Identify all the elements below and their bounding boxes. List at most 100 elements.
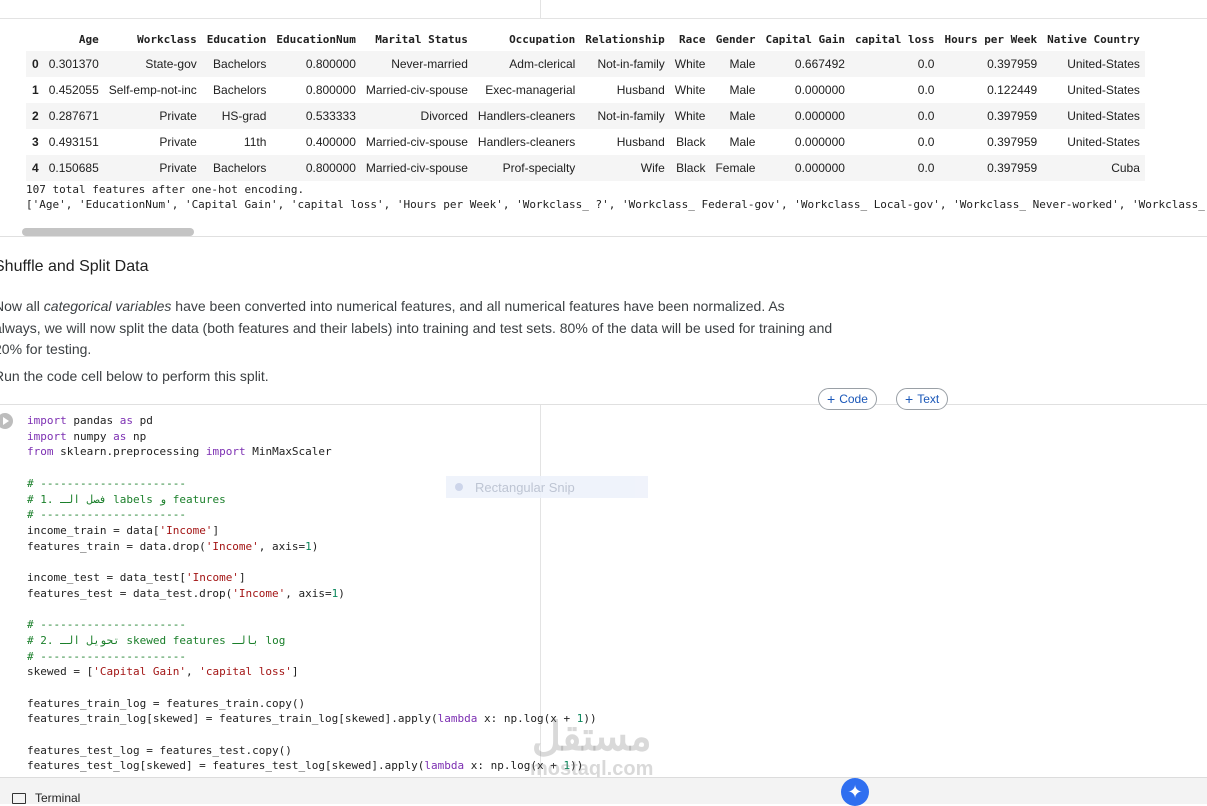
code-string: 'Income'	[205, 539, 259, 553]
column-header: Hours per Week	[944, 32, 1038, 46]
table-cell: Male	[729, 83, 756, 97]
table-cell: Female	[715, 161, 756, 175]
output-feature-list: ['Age', 'EducationNum', 'Capital Gain', …	[26, 198, 1207, 211]
table-cell: Private	[159, 109, 197, 123]
table-cell: 0.150685	[48, 161, 99, 175]
code-token: numpy	[66, 429, 114, 443]
dataframe-output: Age Workclass Education EducationNum Marital…	[26, 27, 1145, 181]
watermark-arabic: مستقل	[531, 715, 652, 759]
table-cell: 0.800000	[305, 83, 356, 97]
table-cell: 0.397959	[987, 135, 1038, 149]
code-token: lambda	[437, 712, 478, 726]
column-header: Race	[678, 32, 706, 46]
table-cell: 0.800000	[305, 57, 356, 71]
table-cell: 0.122449	[987, 83, 1038, 97]
code-comment: # 1. فصل الـ labels و features	[27, 492, 226, 506]
code-string: 'Income'	[185, 571, 239, 585]
table-cell: Handlers-cleaners	[477, 109, 576, 123]
snip-dot-icon	[455, 483, 463, 491]
section-heading: Shuffle and Split Data	[0, 258, 149, 275]
table-cell: 0.493151	[48, 135, 99, 149]
cell-divider	[0, 18, 1207, 19]
column-header: Relationship	[585, 32, 665, 46]
code-token: ,	[185, 665, 200, 679]
code-comment: # ----------------------	[27, 508, 186, 522]
table-cell: Male	[729, 57, 756, 71]
table-cell: Male	[729, 135, 756, 149]
table-cell: 0.301370	[48, 57, 99, 71]
row-index: 2	[32, 109, 39, 123]
table-cell: 0.0	[917, 83, 935, 97]
code-token: lambda	[424, 759, 465, 773]
output-feature-count: 107 total features after one-hot encodin…	[26, 183, 305, 196]
table-cell: 0.0	[917, 57, 935, 71]
column-header: Workclass	[137, 32, 197, 46]
code-token: , axis=	[258, 539, 306, 553]
table-cell: Bachelors	[213, 161, 267, 175]
table-cell: Not-in-family	[597, 109, 665, 123]
code-token: as	[119, 414, 133, 427]
table-cell: Prof-specialty	[502, 161, 576, 175]
column-header: Occupation	[509, 32, 576, 46]
table-cell: White	[674, 57, 706, 71]
code-token: features_train_log = features_train.copy…	[27, 696, 306, 710]
table-row: 3 0.493151 Private 11th 0.400000 Married-civ-…	[26, 129, 1145, 155]
column-header: Capital Gain	[765, 32, 845, 46]
add-code-button[interactable]: + Code	[818, 388, 877, 410]
code-token: import	[27, 414, 67, 427]
table-row: 2 0.287671 Private HS-grad 0.533333 Divorced H…	[26, 103, 1145, 129]
column-header: EducationNum	[276, 32, 356, 46]
code-token: ]	[291, 665, 299, 679]
column-header: Age	[78, 32, 99, 46]
table-cell: 0.287671	[48, 109, 99, 123]
code-token: pandas	[66, 414, 120, 427]
code-comment: # ----------------------	[27, 618, 186, 632]
table-cell: Husband	[616, 83, 665, 97]
run-cell-icon[interactable]	[0, 413, 13, 429]
cell-divider	[0, 236, 1207, 237]
table-cell: 0.397959	[987, 109, 1038, 123]
code-number: 1	[305, 539, 312, 553]
add-text-button[interactable]: + Text	[896, 388, 949, 410]
code-cell-editor[interactable]: import pandas as pd import numpy as np f…	[27, 413, 597, 774]
table-cell: Cuba	[1111, 161, 1140, 175]
snip-label: Rectangular Snip	[475, 479, 575, 495]
plus-icon: +	[827, 391, 836, 407]
cell-divider	[0, 404, 1207, 405]
table-row: 1 0.452055 Self-emp-not-inc Bachelors 0.8000…	[26, 77, 1145, 103]
table-cell: Not-in-family	[597, 57, 665, 71]
table-cell: 0.000000	[794, 135, 845, 149]
code-token: MinMaxScaler	[245, 445, 332, 459]
code-token: income_test = data_test[	[27, 571, 186, 585]
code-token: features_train = data.drop(	[27, 539, 206, 553]
code-token: import	[27, 429, 67, 443]
terminal-icon[interactable]	[12, 793, 26, 804]
table-cell: White	[674, 83, 706, 97]
plus-icon: +	[905, 391, 914, 407]
code-token: features_train_log[skewed] = features_tr…	[27, 712, 438, 726]
table-cell: 0.800000	[305, 161, 356, 175]
table-cell: United-States	[1067, 83, 1140, 97]
table-cell: Black	[676, 161, 706, 175]
table-cell: 0.0	[917, 109, 935, 123]
table-cell: United-States	[1067, 135, 1140, 149]
gemini-sparkle-icon[interactable]: ✦	[841, 778, 869, 806]
table-cell: United-States	[1067, 109, 1140, 123]
code-string: 'Income'	[159, 523, 213, 537]
add-text-label: Text	[917, 392, 940, 406]
table-cell: United-States	[1067, 57, 1140, 71]
table-cell: Black	[676, 135, 706, 149]
code-token: )	[338, 586, 345, 600]
row-index: 1	[32, 83, 39, 97]
watermark: مستقل mostaql.com	[530, 715, 653, 779]
markdown-instruction: Run the code cell below to perform this …	[0, 368, 269, 384]
column-header: Marital Status	[375, 32, 468, 46]
markdown-paragraph: Now all categorical variables have been …	[0, 296, 834, 361]
rectangular-snip-overlay: Rectangular Snip	[446, 476, 648, 498]
code-token: pd	[132, 414, 153, 427]
table-cell: Married-civ-spouse	[365, 161, 468, 175]
table-cell: 0.533333	[305, 109, 356, 123]
code-token: , axis=	[285, 586, 332, 600]
horizontal-scrollbar[interactable]	[22, 228, 194, 236]
table-cell: Private	[159, 161, 197, 175]
